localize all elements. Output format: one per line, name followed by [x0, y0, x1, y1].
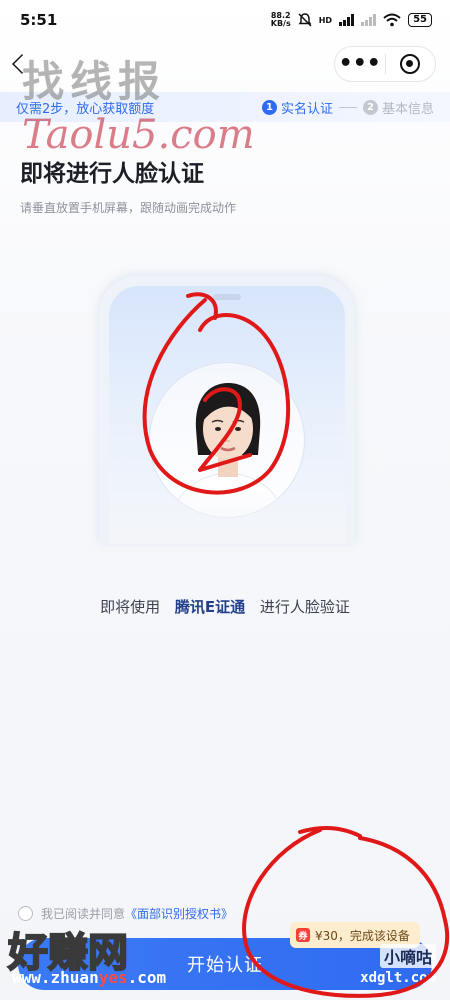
mute-bell-icon — [298, 13, 312, 27]
desc-brand: 腾讯E证通 — [174, 598, 246, 616]
watermark-bottom-left-url: www.zhuanyes.com — [12, 968, 166, 987]
network-speed: 88.2 KB/s — [271, 12, 291, 28]
coupon-icon: 券 — [296, 928, 310, 942]
step-2: 2 基本信息 — [362, 98, 434, 117]
reward-tip-text: ¥30，完成该设备 — [315, 928, 410, 943]
more-button[interactable]: ••• — [335, 53, 385, 75]
page-subtitle: 请垂直放置手机屏幕，跟随动画完成动作 — [20, 201, 237, 215]
watermark-url-highlight: yes — [98, 968, 128, 987]
step-label: 实名认证 — [280, 101, 333, 117]
battery-icon: 55 — [408, 13, 432, 27]
watermark-url-part: .com — [127, 968, 167, 987]
face-verify-page: 5:51 88.2 KB/s HD 55 ••• 仅需2步，放心获取额度 1 实… — [0, 0, 450, 1000]
step-label: 基本信息 — [381, 101, 434, 117]
phone-illustration — [99, 276, 355, 544]
wifi-icon — [383, 13, 401, 27]
watermark-bottom-right: 小嘀咕 — [379, 944, 436, 968]
close-mini-program-button[interactable] — [386, 54, 436, 74]
desc-suffix: 进行人脸验证 — [259, 598, 350, 616]
watermark-url-part: www.zhuan — [12, 968, 99, 987]
watermark-top: 找线报 — [22, 57, 167, 106]
signal-icon — [339, 14, 355, 26]
watermark-top-url: Taolu5.com — [22, 112, 255, 158]
phone-screen — [109, 286, 345, 544]
step-number: 1 — [261, 99, 277, 115]
step-number: 2 — [362, 99, 378, 115]
face-auth-agreement-link[interactable]: 《面部识别授权书》 — [125, 905, 233, 922]
step-1: 1 实名认证 — [261, 98, 333, 117]
page-title: 即将进行人脸认证 — [20, 161, 204, 187]
signal-2-icon — [361, 14, 377, 26]
verify-description: 即将使用 腾讯E证通 进行人脸验证 — [0, 596, 450, 617]
desc-prefix: 即将使用 — [100, 598, 161, 616]
hd-label: HD — [318, 15, 333, 25]
phone-notch — [213, 294, 241, 300]
status-bar: 5:51 88.2 KB/s HD 55 — [0, 0, 450, 40]
step-divider — [338, 106, 357, 108]
watermark-bottom-right-url: xdglt.com — [360, 970, 436, 986]
close-target-icon — [400, 54, 421, 74]
status-time: 5:51 — [20, 11, 58, 29]
network-speed-unit: KB/s — [270, 19, 291, 28]
agreement-checkbox[interactable] — [18, 906, 33, 921]
mini-program-capsule: ••• — [334, 46, 436, 82]
phone-fade — [109, 484, 345, 544]
status-icons: 88.2 KB/s HD 55 — [271, 12, 432, 28]
